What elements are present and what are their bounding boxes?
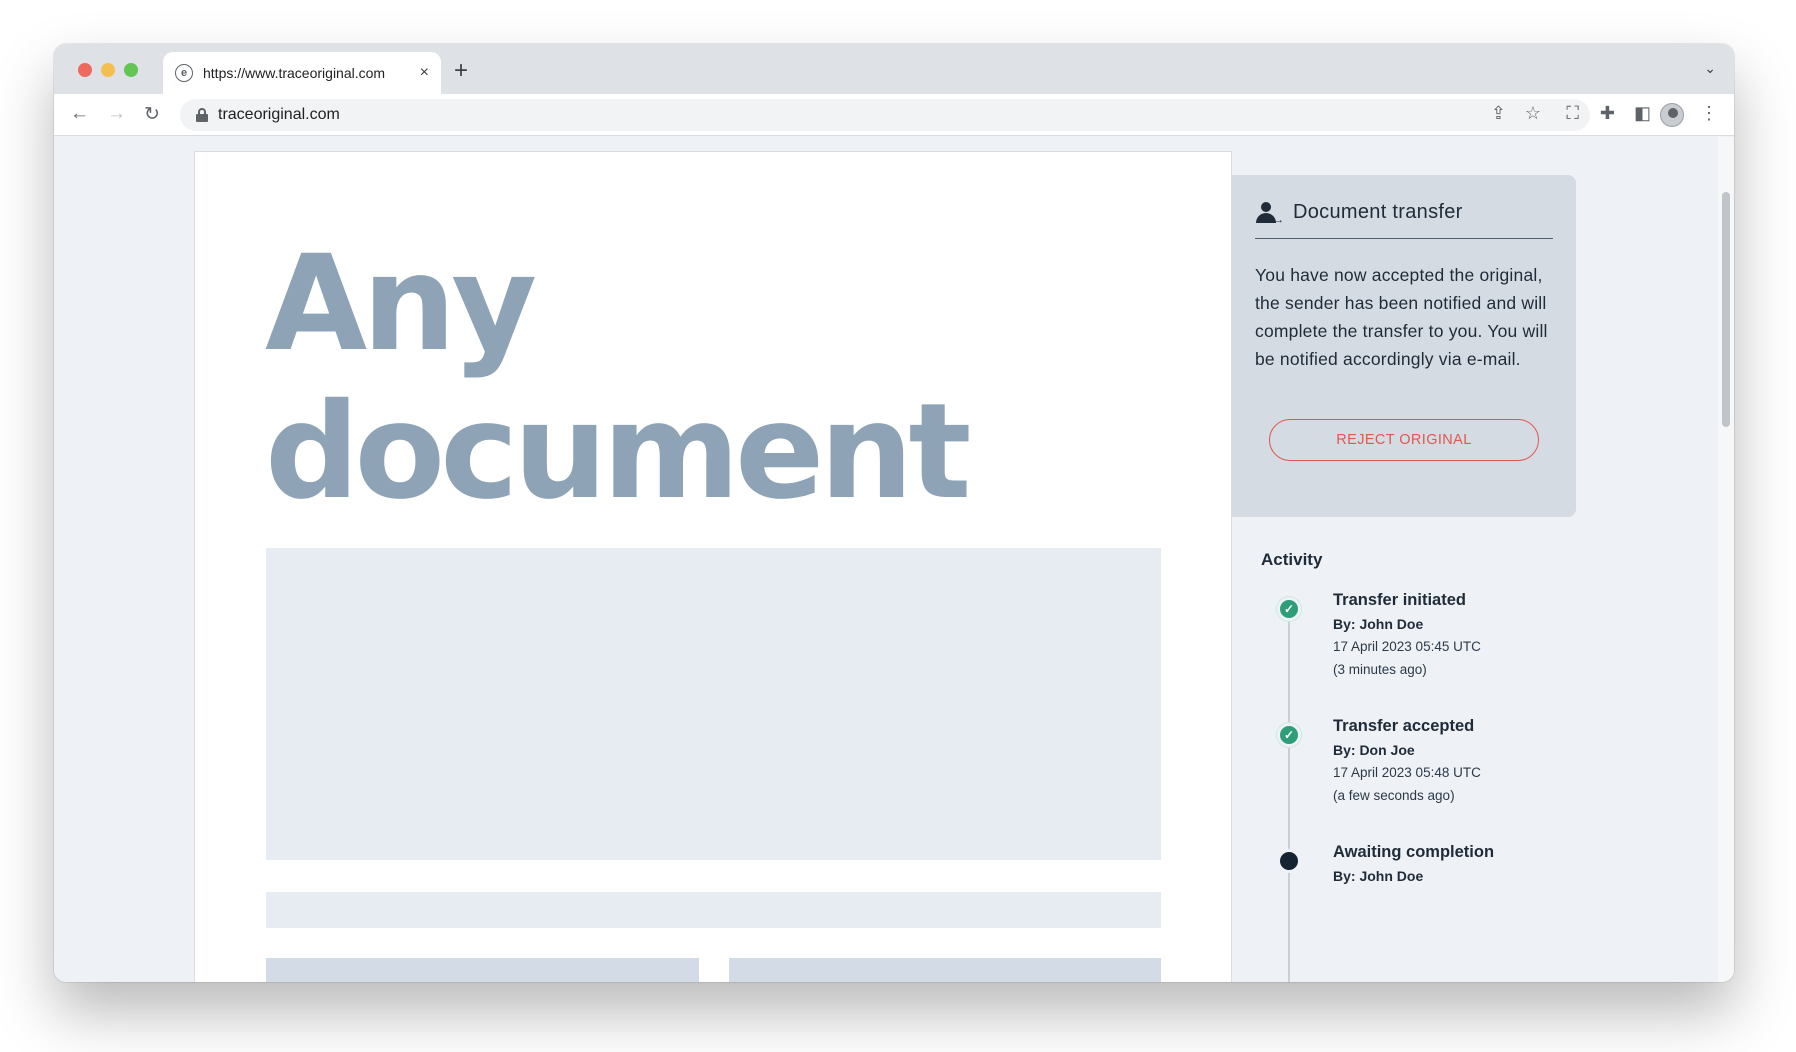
document-heading-line1: Any (265, 227, 537, 381)
forward-arrow-icon[interactable]: → (107, 103, 126, 125)
maximize-window-button[interactable] (124, 63, 138, 77)
timeline-line (1288, 597, 1290, 982)
new-tab-button[interactable]: + (454, 57, 468, 85)
url-text: traceoriginal.com (218, 106, 340, 123)
minimize-window-button[interactable] (101, 63, 115, 77)
check-circle-icon: ✓ (1277, 597, 1301, 621)
activity-by: By: John Doe (1333, 616, 1424, 632)
tab-strip: e https://www.traceoriginal.com × + ⌄ (54, 44, 1734, 94)
screenshot-icon[interactable]: ⛶ (1566, 103, 1579, 124)
browser-window: e https://www.traceoriginal.com × + ⌄ ← … (54, 44, 1734, 982)
activity-by: By: John Doe (1333, 868, 1424, 884)
scrollbar-thumb[interactable] (1722, 192, 1730, 427)
profile-avatar[interactable] (1660, 103, 1684, 127)
activity-name: Awaiting completion (1333, 843, 1495, 861)
placeholder-block (266, 548, 1161, 860)
placeholder-bar (266, 892, 1161, 928)
vertical-scrollbar[interactable] (1718, 137, 1734, 982)
close-tab-icon[interactable]: × (420, 64, 429, 82)
activity-relative-time: (3 minutes ago) (1333, 662, 1427, 677)
activity-date: 17 April 2023 05:48 UTC (1333, 765, 1481, 780)
side-panel-icon[interactable]: ◧ (1634, 103, 1651, 124)
tab-title: https://www.traceoriginal.com (203, 65, 386, 81)
browser-tab[interactable]: e https://www.traceoriginal.com × (163, 52, 441, 94)
document-transfer-panel: → Document transfer You have now accepte… (1232, 175, 1576, 517)
activity-date: 17 April 2023 05:45 UTC (1333, 639, 1481, 654)
document-preview: Any document (194, 151, 1232, 982)
placeholder-column-right (729, 958, 1161, 982)
lock-icon[interactable] (196, 108, 208, 122)
placeholder-column-left (266, 958, 699, 982)
bookmark-star-icon[interactable]: ☆ (1525, 103, 1541, 124)
panel-title: Document transfer (1293, 201, 1463, 223)
pending-dot-icon (1277, 849, 1301, 873)
user-transfer-icon: → (1255, 201, 1284, 226)
transfer-message: You have now accepted the original, the … (1255, 265, 1548, 369)
check-circle-icon: ✓ (1277, 723, 1301, 747)
page-viewport: Any document → Document transfer You hav… (54, 137, 1718, 982)
activity-relative-time: (a few seconds ago) (1333, 788, 1455, 803)
document-heading-line2: document (265, 375, 972, 529)
back-arrow-icon[interactable]: ← (70, 103, 89, 125)
extensions-puzzle-icon[interactable]: ✚ (1600, 103, 1615, 124)
panel-header: → Document transfer (1255, 201, 1553, 239)
reload-icon[interactable]: ↻ (144, 103, 160, 126)
browser-toolbar: ← → ↻ traceoriginal.com ⇪ ☆ ⛶ ✚ ◧ ⋮ (54, 94, 1734, 136)
activity-title: Activity (1261, 550, 1323, 569)
reject-original-button[interactable]: REJECT ORIGINAL (1269, 419, 1539, 461)
address-bar[interactable]: traceoriginal.com (180, 99, 1590, 131)
menu-kebab-icon[interactable]: ⋮ (1700, 103, 1718, 124)
activity-by: By: Don Joe (1333, 742, 1415, 758)
close-window-button[interactable] (78, 63, 92, 77)
activity-name: Transfer accepted (1333, 717, 1475, 735)
share-icon[interactable]: ⇪ (1491, 103, 1506, 124)
favicon-icon: e (175, 64, 193, 82)
document-heading: Any document (265, 227, 972, 529)
tab-search-chevron-icon[interactable]: ⌄ (1704, 60, 1716, 77)
activity-name: Transfer initiated (1333, 591, 1466, 609)
